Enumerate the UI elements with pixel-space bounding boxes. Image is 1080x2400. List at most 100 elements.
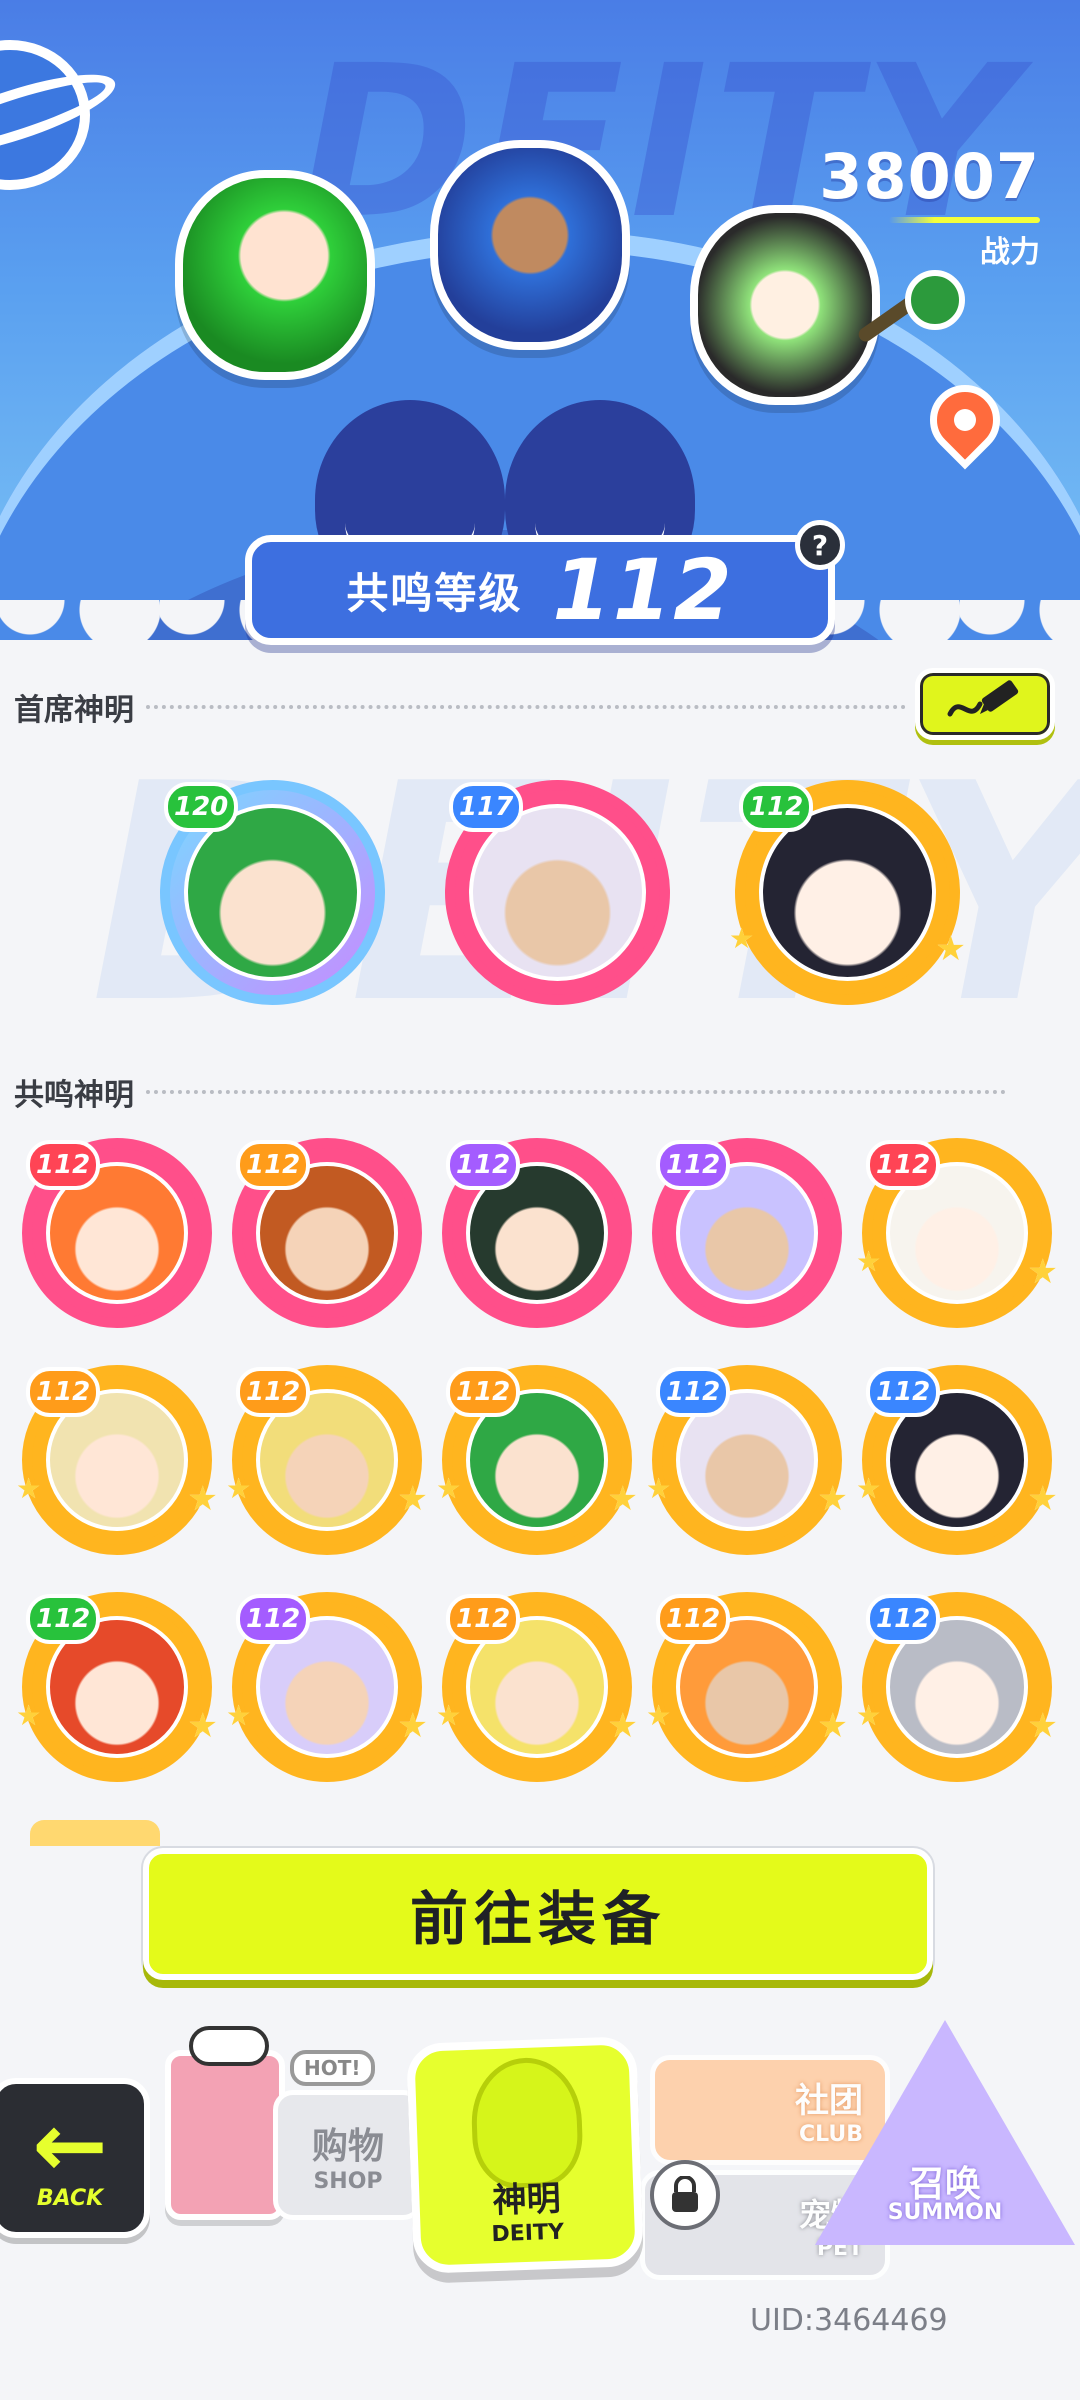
- star-icon: ★: [1027, 1706, 1058, 1746]
- star-icon: ★: [607, 1479, 638, 1519]
- deity-label: 神明: [491, 2178, 562, 2222]
- section-divider: [146, 1090, 1006, 1094]
- deity-level-badge: 112: [446, 1594, 521, 1644]
- resonance-deity-portrait[interactable]: 112: [652, 1138, 842, 1328]
- resonance-deity-portrait[interactable]: 112 ★ ★: [226, 1592, 428, 1782]
- resonance-deity-portrait[interactable]: 112 ★ ★: [16, 1365, 218, 1555]
- deity-level-badge: 112: [739, 782, 814, 832]
- edit-button[interactable]: [915, 668, 1055, 740]
- deity-level-badge: 112: [26, 1367, 101, 1417]
- shop-tag: 购物 SHOP: [273, 2090, 423, 2220]
- star-icon: ★: [817, 1479, 848, 1519]
- resonance-deity-portrait[interactable]: 112 ★ ★: [16, 1592, 218, 1782]
- star-icon: ★: [226, 1699, 252, 1732]
- resonance-deity-portrait[interactable]: 112 ★ ★: [856, 1592, 1058, 1782]
- summon-nav-button[interactable]: 召唤 SUMMON: [815, 2020, 1075, 2260]
- deity-level-badge: 112: [236, 1367, 311, 1417]
- back-button[interactable]: ← BACK: [0, 2078, 150, 2238]
- resonance-deities-title: 共鸣神明: [14, 1070, 1006, 1114]
- deity-sub-label: DEITY: [491, 2219, 565, 2248]
- deity-level-badge: 112: [236, 1140, 311, 1190]
- section-divider: [146, 705, 906, 709]
- staff-orb: [905, 270, 965, 330]
- go-to-equipment-label: 前往装备: [409, 1885, 666, 1953]
- star-icon: ★: [226, 1472, 252, 1505]
- deity-screen: DEITY 38007 战力 共鸣等级 112 ? DEITY 首席神明: [0, 0, 1080, 2400]
- resonance-deities-label: 共鸣神明: [14, 1078, 134, 1113]
- star-icon: ★: [16, 1472, 42, 1505]
- lock-icon: [650, 2160, 720, 2230]
- resonance-deity-portrait[interactable]: 112: [442, 1138, 632, 1328]
- star-icon: ★: [646, 1699, 672, 1732]
- deity-level-badge: 120: [164, 782, 239, 832]
- power-label: 战力: [980, 235, 1040, 270]
- deity-mascot-icon: [469, 2056, 585, 2190]
- deity-level-badge: 117: [449, 782, 524, 832]
- star-icon: ★: [856, 1699, 882, 1732]
- deity-level-badge: 112: [866, 1140, 941, 1190]
- primary-deity-portrait[interactable]: 117: [445, 780, 670, 1005]
- go-to-equipment-button[interactable]: 前往装备: [143, 1848, 933, 1980]
- star-icon: ★: [607, 1706, 638, 1746]
- primary-deities-label: 首席神明: [14, 693, 134, 728]
- deity-level-badge: 112: [446, 1140, 521, 1190]
- resonance-deity-portrait[interactable]: 112 ★ ★: [856, 1138, 1058, 1328]
- hero-deity-2[interactable]: [430, 140, 630, 350]
- uid-label: UID:3464469: [750, 2303, 948, 2338]
- primary-deities-title: 首席神明: [14, 685, 906, 729]
- help-icon[interactable]: ?: [795, 520, 845, 570]
- star-icon: ★: [397, 1706, 428, 1746]
- partial-deity-card: [30, 1820, 160, 1846]
- resonance-level-value: 112: [552, 541, 734, 639]
- deity-nav-button[interactable]: 神明 DEITY: [406, 2036, 644, 2274]
- resonance-deity-portrait[interactable]: 112 ★ ★: [646, 1365, 848, 1555]
- star-icon: ★: [1027, 1252, 1058, 1292]
- deity-level-badge: 112: [446, 1367, 521, 1417]
- primary-deity-portrait[interactable]: 120: [160, 780, 385, 1005]
- deity-level-badge: 112: [26, 1140, 101, 1190]
- star-icon: ★: [856, 1472, 882, 1505]
- shop-label: 购物: [311, 2125, 384, 2167]
- summon-sub-label: SUMMON: [887, 2200, 1003, 2225]
- star-icon: ★: [436, 1699, 462, 1732]
- vending-machine-icon: [165, 2026, 285, 2220]
- resonance-level-label: 共鸣等级: [346, 568, 523, 618]
- star-icon: ★: [1027, 1479, 1058, 1519]
- star-icon: ★: [646, 1472, 672, 1505]
- star-icon: ★: [935, 929, 966, 969]
- shop-nav-button[interactable]: HOT! 购物 SHOP: [155, 2020, 425, 2230]
- power-underline: [889, 217, 1040, 223]
- resonance-deity-portrait[interactable]: 112: [22, 1138, 212, 1328]
- hot-badge: HOT!: [290, 2050, 375, 2086]
- deity-level-badge: 112: [656, 1594, 731, 1644]
- deity-level-badge: 112: [866, 1594, 941, 1644]
- star-icon: ★: [729, 922, 755, 955]
- machine-eyes: [189, 2026, 269, 2066]
- deity-level-badge: 112: [236, 1594, 311, 1644]
- star-icon: ★: [436, 1472, 462, 1505]
- primary-deity-portrait[interactable]: 112 ★ ★: [729, 780, 966, 1005]
- back-label: BACK: [36, 2186, 104, 2211]
- hero-deity-1[interactable]: [175, 170, 375, 380]
- resonance-deity-portrait[interactable]: 112 ★ ★: [226, 1365, 428, 1555]
- deity-level-badge: 112: [26, 1594, 101, 1644]
- resonance-deity-portrait[interactable]: 112 ★ ★: [646, 1592, 848, 1782]
- deity-level-badge: 112: [866, 1367, 941, 1417]
- pencil-icon: [947, 680, 1019, 717]
- shop-sub-label: SHOP: [313, 2168, 383, 2194]
- star-icon: ★: [397, 1479, 428, 1519]
- resonance-deity-portrait[interactable]: 112 ★ ★: [436, 1592, 638, 1782]
- resonance-deity-portrait[interactable]: 112 ★ ★: [436, 1365, 638, 1555]
- deity-level-badge: 112: [656, 1367, 731, 1417]
- power-value: 38007: [819, 140, 1040, 213]
- back-arrow-icon: ←: [32, 2093, 108, 2198]
- star-icon: ★: [856, 1245, 882, 1278]
- resonance-deity-portrait[interactable]: 112 ★ ★: [856, 1365, 1058, 1555]
- deity-level-badge: 112: [656, 1140, 731, 1190]
- resonance-deity-portrait[interactable]: 112: [232, 1138, 422, 1328]
- power-display: 38007 战力: [819, 140, 1040, 271]
- resonance-level-badge: 共鸣等级 112: [245, 535, 835, 645]
- star-icon: ★: [16, 1699, 42, 1732]
- star-icon: ★: [187, 1479, 218, 1519]
- star-icon: ★: [817, 1706, 848, 1746]
